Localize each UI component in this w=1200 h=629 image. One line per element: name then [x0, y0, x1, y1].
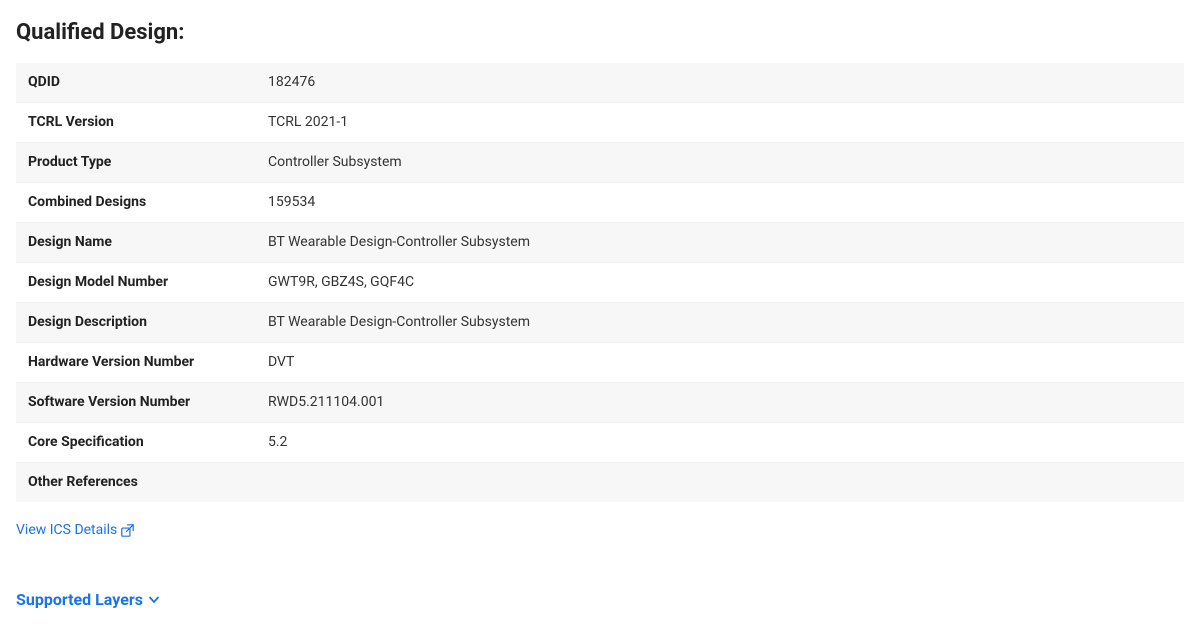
- supported-layers-toggle[interactable]: Supported Layers: [16, 590, 159, 609]
- table-cell-label: Design Description: [16, 303, 256, 343]
- table-cell-value: TCRL 2021-1: [256, 103, 1184, 143]
- table-cell-value: BT Wearable Design-Controller Subsystem: [256, 303, 1184, 343]
- table-row: Combined Designs159534: [16, 183, 1184, 223]
- view-ics-label: View ICS Details: [16, 522, 117, 538]
- table-cell-label: Hardware Version Number: [16, 343, 256, 383]
- table-cell-label: Software Version Number: [16, 383, 256, 423]
- table-row: Other References: [16, 463, 1184, 503]
- table-row: Software Version NumberRWD5.211104.001: [16, 383, 1184, 423]
- table-cell-value: DVT: [256, 343, 1184, 383]
- table-cell-value: 5.2: [256, 423, 1184, 463]
- table-cell-value: [256, 463, 1184, 503]
- table-cell-value: 182476: [256, 63, 1184, 103]
- table-row: Design Model NumberGWT9R, GBZ4S, GQF4C: [16, 263, 1184, 303]
- supported-layers-section: Supported Layers: [16, 590, 1184, 609]
- table-cell-label: Combined Designs: [16, 183, 256, 223]
- table-cell-label: TCRL Version: [16, 103, 256, 143]
- table-row: Hardware Version NumberDVT: [16, 343, 1184, 383]
- table-row: Core Specification5.2: [16, 423, 1184, 463]
- view-ics-link-container: View ICS Details: [16, 518, 1184, 566]
- table-row: Product TypeController Subsystem: [16, 143, 1184, 183]
- table-row: TCRL VersionTCRL 2021-1: [16, 103, 1184, 143]
- table-row: Design NameBT Wearable Design-Controller…: [16, 223, 1184, 263]
- table-cell-label: Design Name: [16, 223, 256, 263]
- table-cell-label: Design Model Number: [16, 263, 256, 303]
- supported-layers-label: Supported Layers: [16, 590, 143, 609]
- table-cell-value: GWT9R, GBZ4S, GQF4C: [256, 263, 1184, 303]
- table-cell-label: QDID: [16, 63, 256, 103]
- table-row: Design DescriptionBT Wearable Design-Con…: [16, 303, 1184, 343]
- qualified-design-table: QDID182476TCRL VersionTCRL 2021-1Product…: [16, 63, 1184, 502]
- table-cell-label: Core Specification: [16, 423, 256, 463]
- chevron-down-icon: [149, 595, 159, 605]
- table-cell-value: Controller Subsystem: [256, 143, 1184, 183]
- table-cell-value: 159534: [256, 183, 1184, 223]
- table-row: QDID182476: [16, 63, 1184, 103]
- external-link-icon: [121, 524, 134, 537]
- table-cell-label: Product Type: [16, 143, 256, 183]
- table-cell-label: Other References: [16, 463, 256, 503]
- view-ics-link[interactable]: View ICS Details: [16, 522, 134, 538]
- page-title: Qualified Design:: [16, 20, 1184, 45]
- table-cell-value: RWD5.211104.001: [256, 383, 1184, 423]
- table-cell-value: BT Wearable Design-Controller Subsystem: [256, 223, 1184, 263]
